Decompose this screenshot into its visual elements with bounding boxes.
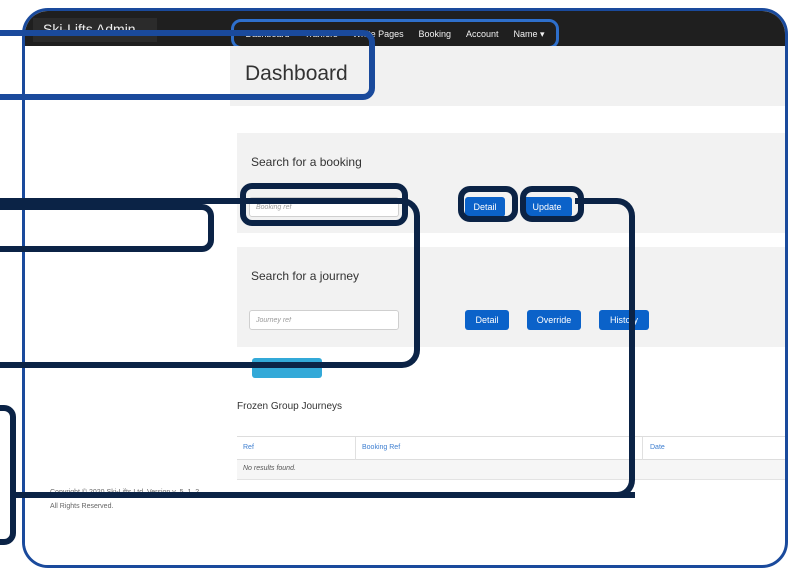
- table-row: No results found.: [237, 460, 785, 480]
- rights-text: All Rights Reserved.: [50, 503, 114, 510]
- callout-detail-button: [458, 186, 518, 222]
- no-results-text: No results found.: [243, 465, 296, 472]
- callout-title-box: [0, 30, 375, 100]
- nav-account[interactable]: Account: [466, 29, 499, 39]
- callout-left-bottom-bracket: [0, 405, 16, 545]
- callout-bottom-line: [10, 486, 635, 498]
- table-header-row: Ref Booking Ref Date: [237, 437, 785, 460]
- column-ref[interactable]: Ref: [243, 444, 254, 451]
- frozen-group-journeys-heading: Frozen Group Journeys: [237, 401, 343, 412]
- column-date[interactable]: Date: [650, 444, 665, 451]
- callout-connector-detail: [0, 198, 420, 368]
- column-booking-ref[interactable]: Booking Ref: [362, 444, 400, 451]
- column-divider: [642, 437, 643, 460]
- column-divider: [355, 437, 356, 460]
- callout-connector-update: [575, 198, 635, 498]
- journey-detail-button[interactable]: Detail: [465, 310, 509, 330]
- frozen-journeys-table: Ref Booking Ref Date No results found.: [237, 436, 785, 480]
- nav-booking[interactable]: Booking: [419, 29, 452, 39]
- nav-name-dropdown[interactable]: Name ▾: [513, 29, 544, 40]
- booking-search-title: Search for a booking: [251, 155, 362, 169]
- journey-override-button[interactable]: Override: [527, 310, 581, 330]
